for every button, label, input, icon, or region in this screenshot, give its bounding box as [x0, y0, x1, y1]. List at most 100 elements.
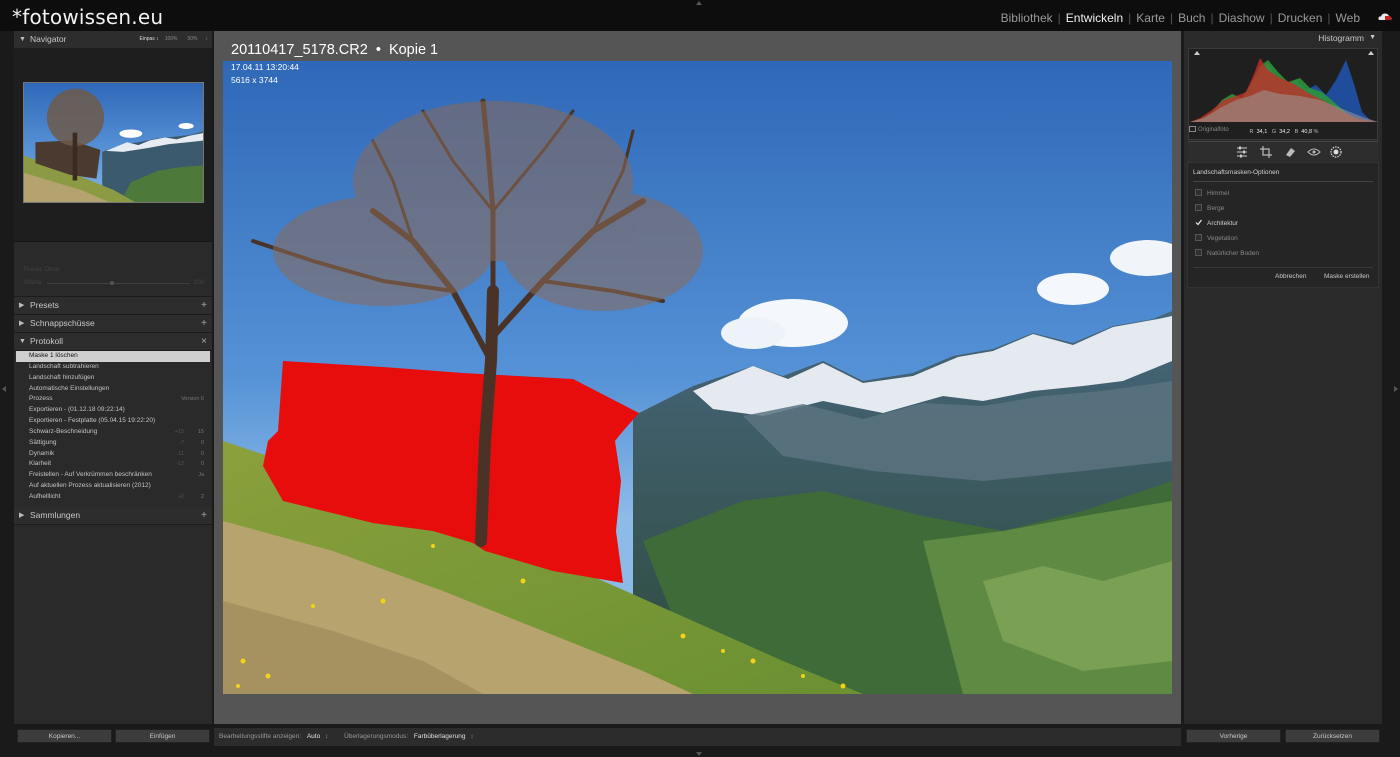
history-item[interactable]: Exportieren - (01.12.18 09:22:14)	[16, 405, 210, 416]
original-photo-toggle[interactable]: Originalfoto	[1189, 126, 1229, 133]
option-label: Natürlicher Boden	[1207, 250, 1260, 257]
toggle-top-panel-icon[interactable]	[696, 1, 702, 5]
history-item-value: Ja	[198, 472, 204, 479]
history-item[interactable]: Aufhelllicht +2 2	[16, 492, 210, 503]
history-list: Maske 1 löschen Landschaft subtrahieren …	[14, 351, 212, 503]
left-panel: ▼ Navigator Einpas ↕ 100% 50% ↕ Preset: …	[14, 31, 212, 724]
navigator-thumbnail[interactable]	[23, 82, 204, 203]
divider	[1193, 181, 1373, 182]
overlay-strength-knob[interactable]	[110, 281, 114, 285]
module-entwickeln[interactable]: Entwickeln	[1066, 11, 1123, 25]
navigator-header[interactable]: ▼ Navigator Einpas ↕ 100% 50% ↕	[14, 31, 212, 49]
module-picker: Bibliothek | Entwickeln | Karte | Buch | Diashow…	[1001, 11, 1360, 25]
module-karte[interactable]: Karte	[1136, 11, 1165, 25]
option-architecture[interactable]: Architektur	[1195, 219, 1238, 229]
cancel-mask-button[interactable]: Abbrechen	[1275, 273, 1306, 280]
option-mountains[interactable]: Berge	[1195, 204, 1224, 214]
history-item[interactable]: Exportieren - Festplatte (05.04.15 19:22…	[16, 416, 210, 427]
history-item-label: Auf aktuellen Prozess aktualisieren (201…	[29, 482, 151, 490]
history-item-delta: +15	[174, 428, 184, 435]
history-item[interactable]: Schwarz-Beschneidung +15 15	[16, 427, 210, 438]
module-separator: |	[1269, 11, 1273, 25]
overlay-strength-value: 100	[193, 280, 204, 286]
add-snapshot-icon[interactable]: +	[201, 315, 207, 332]
presets-header[interactable]: ▶ Presets +	[14, 297, 212, 315]
history-item[interactable]: Klarheit -12 0	[16, 459, 210, 470]
original-photo-label: Originalfoto	[1198, 127, 1229, 133]
navigator-preview[interactable]	[14, 49, 212, 242]
edit-pins-select[interactable]: Auto	[307, 733, 320, 740]
checkbox-icon[interactable]	[1195, 234, 1202, 241]
edit-pins-label: Bearbeitungsstifte anzeigen:	[219, 733, 302, 740]
red-eye-icon[interactable]	[1307, 145, 1321, 159]
snapshots-header[interactable]: ▶ Schnappschüsse +	[14, 315, 212, 333]
zoom-fit[interactable]: Einpas ↕	[140, 36, 159, 42]
module-drucken[interactable]: Drucken	[1278, 11, 1323, 25]
photo-filename: 20110417_5178.CR2	[231, 42, 368, 58]
history-item[interactable]: Prozess Version 6	[16, 394, 210, 405]
capture-datetime: 17.04.11 13:20:44	[231, 62, 299, 72]
checkbox-icon[interactable]	[1195, 249, 1202, 256]
option-natural-ground[interactable]: Natürlicher Boden	[1195, 249, 1259, 259]
crop-icon[interactable]	[1259, 145, 1273, 159]
option-label: Architektur	[1207, 220, 1239, 227]
history-item[interactable]: Auf aktuellen Prozess aktualisieren (201…	[16, 481, 210, 492]
checkbox-icon[interactable]	[1195, 189, 1202, 196]
toggle-left-panel-icon[interactable]	[2, 386, 6, 392]
module-bibliothek[interactable]: Bibliothek	[1001, 11, 1053, 25]
lightroom-cloud-icon[interactable]	[1378, 11, 1392, 21]
main-photo[interactable]	[223, 61, 1172, 694]
reset-button[interactable]: Zurücksetzen	[1285, 729, 1380, 743]
overlay-mode-select[interactable]: Farbüberlagerung	[414, 733, 466, 740]
healing-eraser-icon[interactable]	[1283, 145, 1297, 159]
dropdown-arrow-icon: ↕	[470, 733, 474, 740]
paste-settings-button[interactable]: Einfügen	[115, 729, 210, 743]
history-item[interactable]: Sättigung -7 0	[16, 438, 210, 449]
collapse-arrow-icon: ▼	[19, 36, 26, 43]
module-diashow[interactable]: Diashow	[1219, 11, 1265, 25]
add-preset-icon[interactable]: +	[201, 297, 207, 314]
overlay-strength-slider[interactable]	[47, 283, 190, 284]
histogram-header[interactable]: Histogramm ▼	[1184, 31, 1382, 45]
masking-icon[interactable]	[1329, 145, 1343, 159]
history-item[interactable]: Freistellen - Auf Verkrümmen beschränken…	[16, 470, 210, 481]
add-collection-icon[interactable]: +	[201, 507, 207, 524]
r-value: 34,1	[1256, 129, 1268, 135]
history-item[interactable]: Automatische Einstellungen	[16, 384, 210, 395]
history-item-label: Schwarz-Beschneidung	[29, 427, 98, 435]
collapse-arrow-icon: ▼	[19, 338, 26, 345]
edit-sliders-icon[interactable]	[1235, 145, 1249, 159]
g-value: 34,2	[1279, 129, 1290, 135]
history-header[interactable]: ▼ Protokoll ×	[14, 333, 212, 351]
collapse-arrow-icon: ▼	[1369, 34, 1376, 41]
create-mask-button[interactable]: Maske erstellen	[1324, 273, 1370, 280]
history-item-label: Freistellen - Auf Verkrümmen beschränken	[29, 471, 152, 479]
collections-header[interactable]: ▶ Sammlungen +	[14, 506, 212, 525]
overlay-settings: Preset: Ohne Stärke 100	[14, 260, 212, 297]
identity-plate: *fotowissen.eu	[12, 5, 164, 29]
navigator-zoom-options[interactable]: Einpas ↕ 100% 50% ↕	[140, 31, 209, 48]
history-item[interactable]: Dynamik -11 0	[16, 449, 210, 460]
module-separator: |	[1169, 11, 1174, 25]
history-item[interactable]: Landschaft subtrahieren	[16, 362, 210, 373]
toggle-filmstrip-icon[interactable]	[696, 752, 702, 756]
snapshots-title: Schnappschüsse	[30, 318, 95, 328]
history-item-value: 0	[200, 450, 204, 457]
zoom-50[interactable]: 50%	[187, 36, 197, 42]
clear-history-icon[interactable]: ×	[201, 333, 207, 350]
toggle-right-panel-icon[interactable]	[1394, 386, 1398, 392]
checkmark-icon[interactable]	[1195, 219, 1202, 226]
checkbox-icon[interactable]	[1195, 204, 1202, 211]
zoom-100[interactable]: 100%	[165, 36, 178, 42]
zoom-custom[interactable]: ↕	[206, 36, 209, 42]
option-label: Vegetation	[1207, 235, 1238, 242]
option-vegetation[interactable]: Vegetation	[1195, 234, 1238, 244]
module-web[interactable]: Web	[1336, 11, 1360, 25]
previous-button[interactable]: Vorherige	[1186, 729, 1281, 743]
module-buch[interactable]: Buch	[1178, 11, 1205, 25]
history-item-delta: -12	[176, 461, 184, 468]
history-item[interactable]: Landschaft hinzufügen	[16, 373, 210, 384]
history-item[interactable]: Maske 1 löschen	[16, 351, 210, 362]
copy-settings-button[interactable]: Kopieren...	[17, 729, 112, 743]
option-sky[interactable]: Himmel	[1195, 189, 1229, 199]
